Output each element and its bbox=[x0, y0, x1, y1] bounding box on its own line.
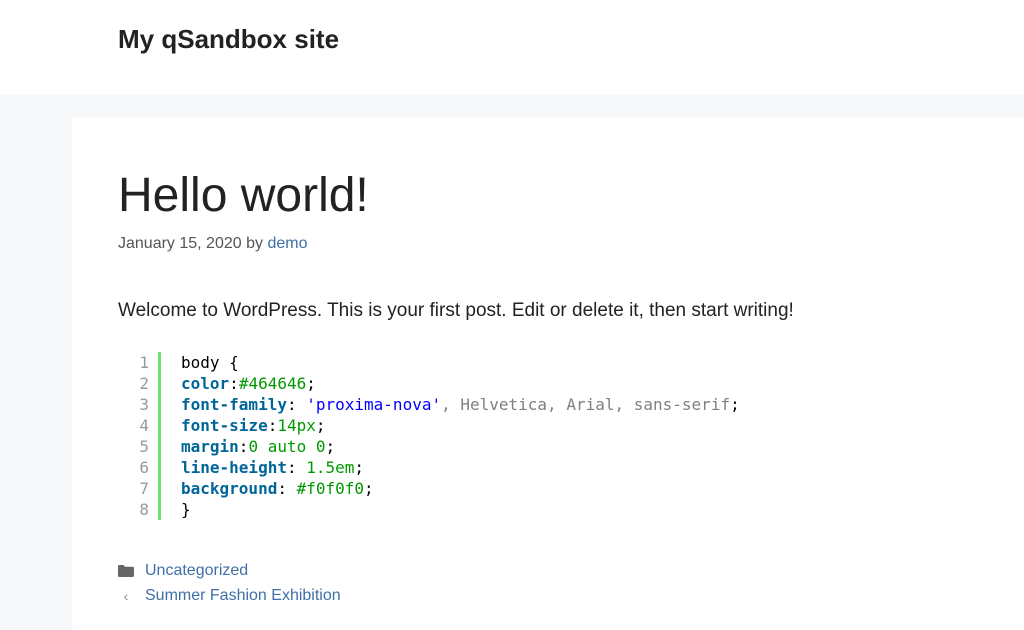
code-token: : bbox=[286, 395, 307, 414]
entry-footer: Uncategorized ‹ Summer Fashion Exhibitio… bbox=[118, 558, 341, 608]
code-line-number: 4 bbox=[124, 415, 161, 436]
code-token: margin bbox=[181, 437, 239, 456]
code-line-text: line-height: 1.5em; bbox=[161, 457, 364, 478]
code-line-text: margin:0 auto 0; bbox=[161, 436, 335, 457]
post-body: Welcome to WordPress. This is your first… bbox=[118, 300, 794, 321]
code-line: 4 font-size:14px; bbox=[124, 415, 884, 436]
code-token: : bbox=[277, 479, 297, 498]
code-line: 5 margin:0 auto 0; bbox=[124, 436, 884, 457]
code-token: #f0f0f0 bbox=[296, 479, 365, 498]
prev-post-link[interactable]: Summer Fashion Exhibition bbox=[145, 584, 341, 608]
site-title-link[interactable]: My qSandbox site bbox=[118, 22, 339, 56]
code-line: 3 font-family: 'proxima-nova', Helvetica,… bbox=[124, 394, 884, 415]
code-token: 0 auto 0 bbox=[248, 437, 326, 456]
code-line-number: 2 bbox=[124, 373, 161, 394]
code-token: : bbox=[286, 458, 307, 477]
code-token: #464646 bbox=[238, 374, 307, 393]
code-token: ; bbox=[364, 479, 374, 498]
code-line-text: body { bbox=[161, 352, 239, 373]
code-token: color bbox=[181, 374, 230, 393]
code-line-text: background: #f0f0f0; bbox=[161, 478, 374, 499]
code-line-text: font-size:14px; bbox=[161, 415, 326, 436]
code-line-number: 8 bbox=[124, 499, 161, 520]
post-card: Hello world! January 15, 2020 by demo We… bbox=[72, 118, 1024, 630]
category-row: Uncategorized bbox=[118, 558, 341, 583]
code-token: ; bbox=[325, 437, 336, 456]
code-line-number: 5 bbox=[124, 436, 161, 457]
post-title: Hello world! bbox=[118, 169, 369, 222]
code-token: : bbox=[238, 437, 249, 456]
code-line-text: font-family: 'proxima-nova', Helvetica, … bbox=[161, 394, 740, 415]
code-token: body { bbox=[181, 353, 239, 372]
code-line: 6 line-height: 1.5em; bbox=[124, 457, 884, 478]
code-line-number: 6 bbox=[124, 457, 161, 478]
code-line: 1 body { bbox=[124, 352, 884, 373]
code-token: ; bbox=[315, 416, 326, 435]
code-token: 1.5em bbox=[306, 458, 355, 477]
post-meta: January 15, 2020 by demo bbox=[118, 233, 307, 255]
code-token: ; bbox=[306, 374, 316, 393]
category-link[interactable]: Uncategorized bbox=[145, 559, 248, 583]
code-token: 14px bbox=[277, 416, 316, 435]
post-date-link[interactable]: January 15, 2020 bbox=[118, 235, 242, 252]
post-author-link[interactable]: demo bbox=[267, 235, 307, 252]
code-token: font-family bbox=[181, 395, 287, 414]
code-token: font-size bbox=[181, 416, 268, 435]
code-line-number: 1 bbox=[124, 352, 161, 373]
code-token: : bbox=[229, 374, 239, 393]
code-line-text: } bbox=[161, 499, 191, 520]
code-line-number: 3 bbox=[124, 394, 161, 415]
code-line: 7 background: #f0f0f0; bbox=[124, 478, 884, 499]
code-line: 8} bbox=[124, 499, 884, 520]
code-token: 'proxima-nova' bbox=[306, 395, 442, 414]
post-meta-by: by bbox=[241, 235, 268, 252]
code-token: , Helvetica, Arial, sans-serif bbox=[441, 395, 731, 414]
code-line: 2 color:#464646; bbox=[124, 373, 884, 394]
code-token: background bbox=[181, 479, 278, 498]
code-token: : bbox=[267, 416, 278, 435]
code-token: } bbox=[181, 500, 191, 519]
code-token: line-height bbox=[181, 458, 287, 477]
code-token: ; bbox=[354, 458, 365, 477]
site-header: My qSandbox site bbox=[0, 0, 1024, 95]
prev-post-row: ‹ Summer Fashion Exhibition bbox=[118, 583, 341, 608]
folder-icon bbox=[118, 564, 134, 577]
chevron-left-icon: ‹ bbox=[123, 587, 129, 604]
code-line-text: color:#464646; bbox=[161, 373, 316, 394]
code-line-number: 7 bbox=[124, 478, 161, 499]
code-block: 1 body {2 color:#464646; 3 font-family: 'pro… bbox=[124, 352, 884, 520]
code-token: ; bbox=[730, 395, 740, 414]
